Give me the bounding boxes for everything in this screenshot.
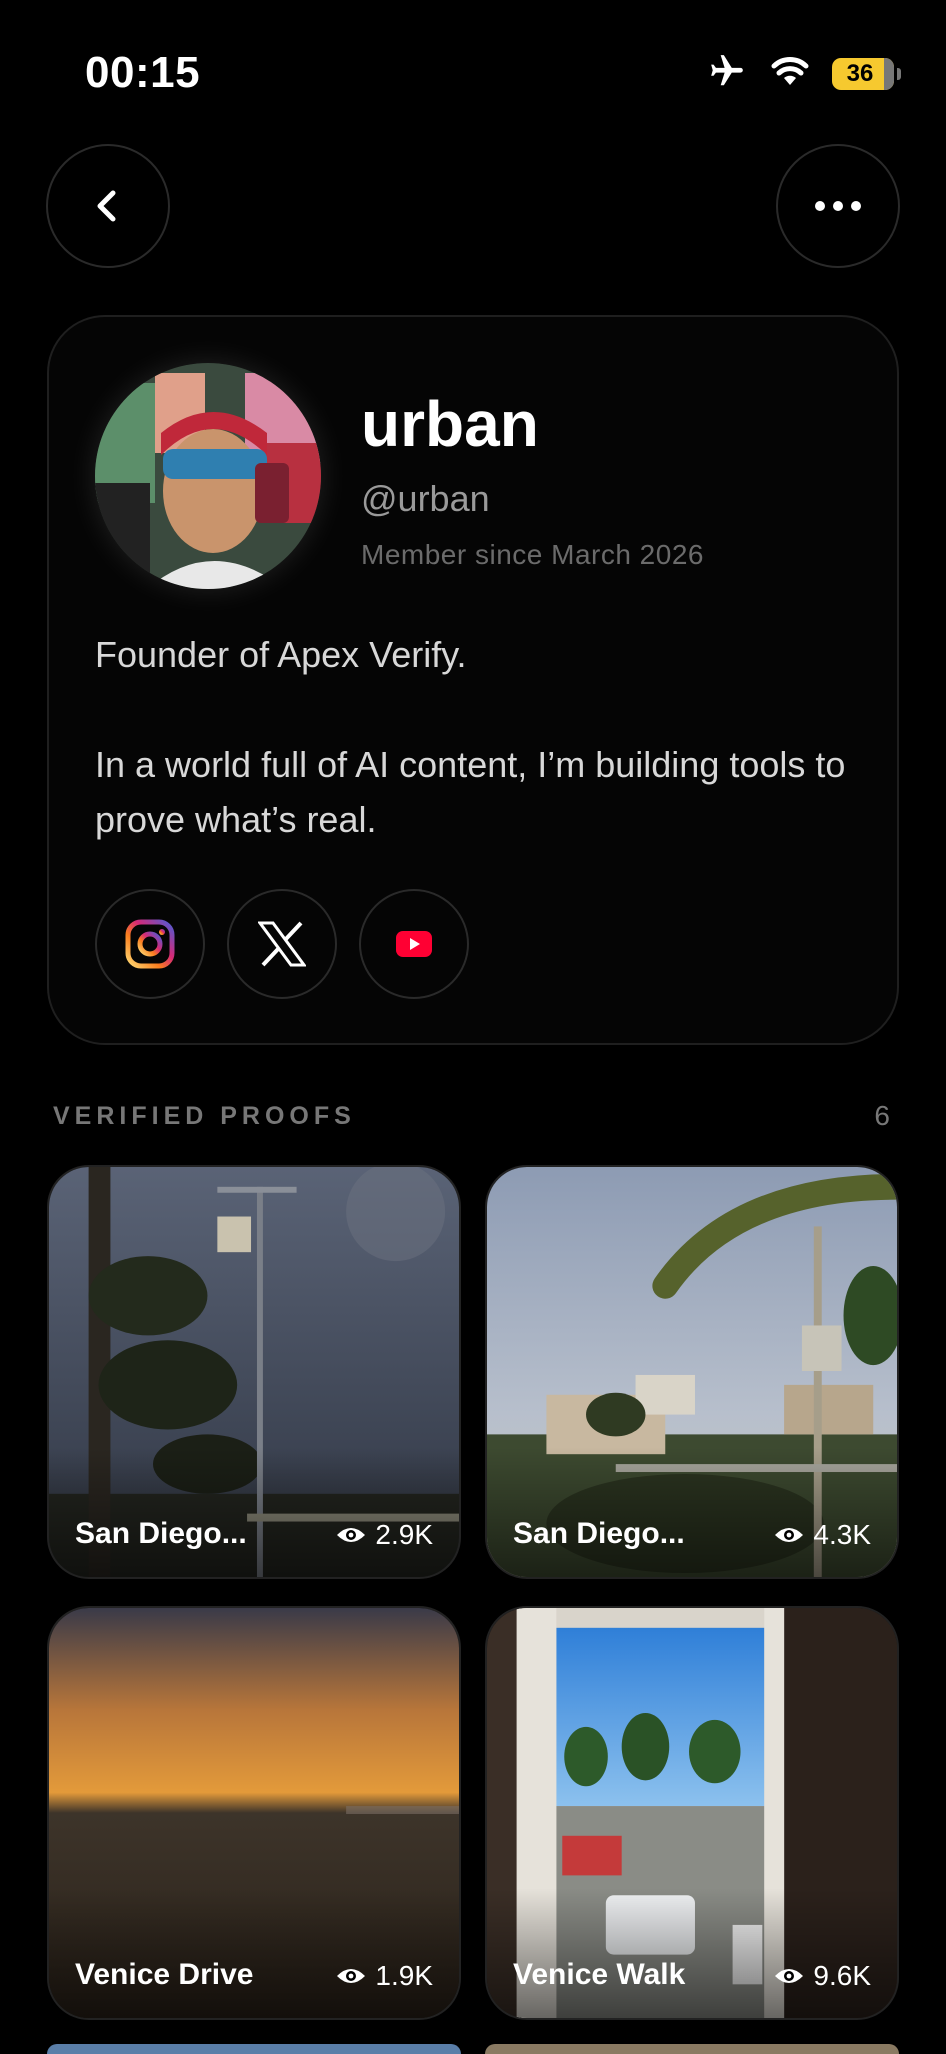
battery-level: 36 [846, 59, 874, 87]
proof-title: Venice Walk [513, 1958, 686, 1991]
bio-line: Founder of Apex Verify. [95, 634, 467, 675]
profile-card: urban @urban Member since March 2026 Fou… [47, 315, 899, 1045]
eye-icon [337, 1969, 366, 1983]
x-icon [258, 921, 306, 967]
proof-views: 9.6K [773, 1960, 871, 1992]
proof-tile[interactable]: Venice Walk 9.6K [485, 1606, 899, 2020]
proof-views: 2.9K [335, 1519, 433, 1551]
profile-bio: Founder of Apex Verify. In a world full … [95, 627, 855, 847]
eye-icon [775, 1528, 804, 1542]
view-count: 1.9K [375, 1960, 433, 1991]
proof-title: San Diego... [513, 1517, 685, 1550]
status-icons: 36 [706, 52, 901, 95]
social-links [95, 889, 469, 999]
member-since: Member since March 2026 [361, 539, 704, 570]
profile-handle: @urban [361, 478, 490, 519]
view-count: 2.9K [375, 1519, 433, 1550]
back-button[interactable] [46, 144, 170, 268]
youtube-icon [396, 931, 432, 957]
status-time: 00:15 [85, 48, 201, 97]
proof-tile[interactable]: San Diego... 4.3K [485, 1165, 899, 1579]
proof-views: 4.3K [773, 1519, 871, 1551]
proof-tile[interactable]: San Diego... 2.9K [47, 1165, 461, 1579]
ellipsis-icon [815, 201, 861, 211]
more-options-button[interactable] [776, 144, 900, 268]
section-title: VERIFIED PROOFS [53, 1102, 356, 1130]
avatar[interactable] [95, 363, 321, 589]
profile-name: urban [361, 388, 539, 460]
airplane-icon [706, 52, 748, 95]
proof-views: 1.9K [335, 1960, 433, 1992]
instagram-icon [125, 919, 175, 969]
view-count: 9.6K [813, 1960, 871, 1991]
proofs-count: 6 [874, 1100, 890, 1131]
eye-icon [775, 1969, 804, 1983]
proof-title: San Diego... [75, 1517, 247, 1550]
bio-line: In a world full of AI content, I’m build… [95, 744, 846, 840]
battery-icon: 36 [832, 57, 901, 90]
x-button[interactable] [227, 889, 337, 999]
wifi-icon [770, 55, 810, 92]
chevron-left-icon [97, 190, 116, 222]
eye-icon [337, 1528, 366, 1542]
proof-title: Venice Drive [75, 1958, 254, 1991]
proof-tile[interactable]: Venice Drive 1.9K [47, 1606, 461, 2020]
view-count: 4.3K [813, 1519, 871, 1550]
proof-tile-peek[interactable] [485, 2044, 899, 2054]
youtube-button[interactable] [359, 889, 469, 999]
proof-tile-peek[interactable] [47, 2044, 461, 2054]
instagram-button[interactable] [95, 889, 205, 999]
